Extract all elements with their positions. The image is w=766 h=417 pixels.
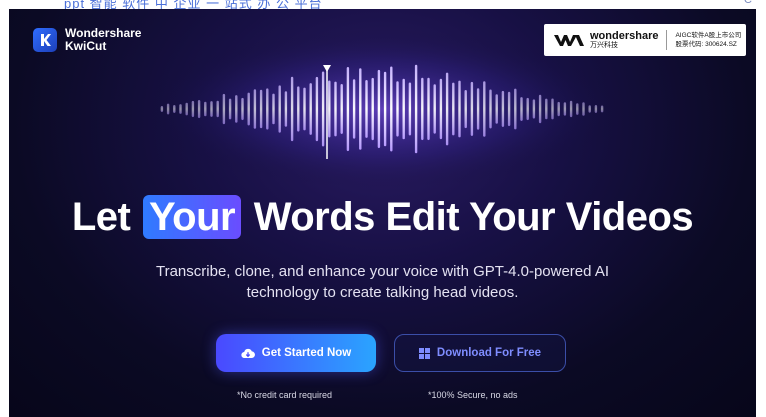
waveform-bar [166,103,170,115]
waveform-bar [290,76,294,142]
waveform-bar [408,82,412,136]
waveform-bar [303,87,306,131]
waveform-bar [334,81,337,137]
waveform-bar [185,102,188,116]
waveform-bar [489,89,492,129]
waveform-bar [532,99,536,119]
hero-subtitle: Transcribe, clone, and enhance your voic… [9,261,756,303]
waveform-bar [588,105,591,113]
waveform-bar [427,77,430,141]
no-credit-card-note: *No credit card required [237,390,333,400]
waveform-bar [297,86,300,132]
waveform-bar [259,89,263,129]
waveform-bar [383,71,387,147]
waveform-bar [359,68,362,150]
waveform-bar [365,80,368,138]
waveform-bar [538,94,542,124]
waveform-bar [421,77,424,141]
waveform-bar [216,100,219,118]
waveform-bar [476,88,480,130]
waveform-bar [266,88,269,130]
download-for-free-button[interactable]: Download For Free [394,334,566,372]
waveform-bar [545,98,548,120]
waveform-bar [371,77,374,141]
waveform-bar [594,105,598,113]
waveform-bar [204,101,207,117]
waveform-bar [228,98,232,120]
headline-after: Words Edit Your Videos [253,195,694,239]
get-started-button[interactable]: Get Started Now [216,334,376,372]
waveform-bar [390,66,393,152]
waveform-bar [458,80,461,138]
waveform-bar [309,83,312,135]
browser-strip-mark: C [744,0,752,6]
secure-no-ads-note: *100% Secure, no ads [428,390,518,400]
waveform-bar [315,76,319,142]
hero-banner: Wondershare KwiCut wondershare 万兴科技 AIGC… [9,9,756,417]
waveform-bar [526,97,529,121]
waveform-bar [495,94,498,124]
waveform-bar [272,93,275,125]
waveform-bar [197,100,201,119]
waveform-bar [210,101,213,117]
waveform-bar [501,90,505,127]
get-started-label: Get Started Now [261,347,352,359]
waveform-bar [414,64,418,154]
waveform-bar [340,84,343,134]
waveform-bar [464,90,467,129]
waveform-bar [346,67,350,152]
waveform-bar [321,71,325,147]
audio-waveform-graphic [142,29,622,189]
waveform-bar [328,80,331,138]
download-label: Download For Free [436,347,542,359]
subtitle-line1: Transcribe, clone, and enhance your voic… [155,263,610,280]
browser-strip-text: ppt 智能 软件 中 企业 一 站式 办 公 平台 [64,0,323,9]
waveform-bar [396,81,399,137]
waveform-bar [284,91,288,127]
waveform-bar [222,93,226,125]
waveform-bar [507,91,511,127]
browser-strip: ppt 智能 软件 中 企业 一 站式 办 公 平台 C [0,0,766,9]
waveform-bar [179,104,182,114]
waveform-bar [253,89,257,129]
waveform-bar [278,85,281,133]
waveform-bar [470,81,474,136]
waveform-bar [439,78,443,140]
windows-icon [418,347,430,359]
waveform-bar [173,105,176,113]
waveform-bar [569,100,573,118]
waveform-bar [551,98,554,120]
waveform-bar [483,81,486,137]
waveform-bar [377,69,381,149]
waveform-bar [514,88,517,130]
cloud-download-icon [241,348,255,358]
waveform-bar [433,84,436,134]
waveform-bar [557,101,560,117]
waveform-bar [402,78,405,140]
waveform-bar [247,92,250,126]
waveform-bar [563,102,567,116]
waveform-bar [160,106,164,112]
waveform-bar [582,102,585,116]
hero-headline: Let Your Words Edit Your Videos [9,195,756,240]
waveform-bar [352,79,356,139]
waveform-bar [191,100,195,118]
waveform-bar [600,105,604,113]
waveform-bar [576,103,579,115]
waveform-bar [445,72,449,146]
subtitle-line2: technology to create talking head videos… [246,284,519,301]
waveform-bar [241,97,244,121]
waveform-bar [452,82,455,136]
headline-highlight: Your [142,195,242,239]
headline-before: Let [71,195,131,239]
waveform-bar [520,97,523,121]
waveform-bar [235,95,238,123]
waveform-glow [142,29,622,189]
